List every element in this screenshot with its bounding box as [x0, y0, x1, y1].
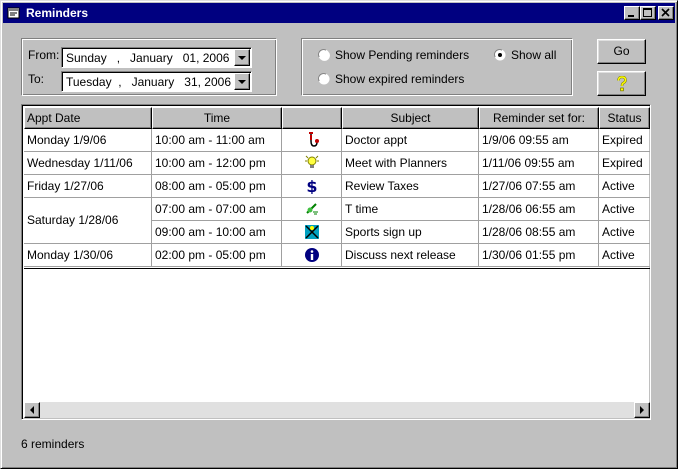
doctor-icon	[308, 132, 319, 147]
to-label: To:	[28, 72, 45, 86]
column-header-appt-date[interactable]: Appt Date	[24, 107, 152, 129]
cell-icon	[282, 129, 342, 152]
question-mark-icon	[616, 75, 627, 92]
app-icon	[7, 7, 20, 19]
cell-appt-date: Monday 1/30/06	[24, 244, 152, 267]
expired-radio[interactable]: Show expired reminders	[318, 72, 468, 88]
scroll-left-button[interactable]	[24, 402, 40, 418]
table-bottom-divider	[24, 268, 650, 269]
to-date-value: Tuesday , January 31, 2006	[66, 75, 231, 89]
reminders-window: Reminders From: To: Sunday , January 01,…	[0, 0, 678, 469]
cell-time: 09:00 am - 10:00 am	[152, 221, 282, 244]
cell-status: Expired	[599, 152, 650, 175]
cell-subject: T time	[342, 198, 479, 221]
cell-subject: Discuss next release	[342, 244, 479, 267]
from-date-dropdown-button[interactable]	[234, 49, 250, 66]
column-header-subject[interactable]: Subject	[342, 107, 479, 129]
cell-icon	[282, 198, 342, 221]
radio-unchecked-icon	[318, 73, 330, 85]
radio-checked-icon	[494, 49, 506, 61]
window-title: Reminders	[26, 6, 89, 20]
cell-subject: Meet with Planners	[342, 152, 479, 175]
column-header-reminder[interactable]: Reminder set for:	[479, 107, 599, 129]
arrow-right-icon	[640, 406, 644, 414]
maximize-button[interactable]	[640, 6, 656, 20]
cell-reminder: 1/11/06 09:55 am	[479, 152, 599, 175]
cell-icon	[282, 244, 342, 267]
cell-subject: Sports sign up	[342, 221, 479, 244]
close-icon	[661, 8, 670, 17]
cell-reminder: 1/9/06 09:55 am	[479, 129, 599, 152]
cell-reminder: 1/30/06 01:55 pm	[479, 244, 599, 267]
info-icon	[304, 248, 319, 262]
horizontal-scrollbar[interactable]	[24, 402, 650, 418]
column-header-icon[interactable]	[282, 107, 342, 129]
column-header-status[interactable]: Status	[599, 107, 650, 129]
cell-status: Active	[599, 221, 650, 244]
minimize-icon	[628, 15, 634, 17]
cell-time: 10:00 am - 11:00 am	[152, 129, 282, 152]
chevron-down-icon	[238, 80, 246, 84]
cell-time: 10:00 am - 12:00 pm	[152, 152, 282, 175]
help-button[interactable]	[597, 71, 646, 96]
cell-appt-date: Friday 1/27/06	[24, 175, 152, 198]
reminders-list[interactable]: Appt Date Time Subject Reminder set for:…	[21, 104, 651, 420]
from-date-picker[interactable]: Sunday , January 01, 2006	[61, 47, 252, 68]
cell-icon	[282, 221, 342, 244]
column-header-time[interactable]: Time	[152, 107, 282, 129]
cell-subject: Review Taxes	[342, 175, 479, 198]
reminder-count: 6 reminders	[21, 437, 85, 451]
cell-time: 02:00 pm - 05:00 pm	[152, 244, 282, 267]
cell-reminder: 1/28/06 08:55 am	[479, 221, 599, 244]
expired-radio-label: Show expired reminders	[335, 72, 465, 86]
cell-time: 08:00 am - 05:00 pm	[152, 175, 282, 198]
from-label: From:	[28, 48, 60, 62]
go-button[interactable]: Go	[597, 39, 646, 64]
cell-reminder: 1/27/06 07:55 am	[479, 175, 599, 198]
from-date-value: Sunday , January 01, 2006	[66, 51, 230, 65]
cell-status: Expired	[599, 129, 650, 152]
cell-status: Active	[599, 175, 650, 198]
cell-status: Active	[599, 198, 650, 221]
tee-icon	[305, 203, 318, 215]
show-all-radio[interactable]: Show all	[494, 48, 564, 64]
title-bar[interactable]: Reminders	[3, 3, 675, 23]
minimize-button[interactable]	[624, 6, 640, 20]
to-date-picker[interactable]: Tuesday , January 31, 2006	[61, 71, 252, 92]
cell-subject: Doctor appt	[342, 129, 479, 152]
cell-time: 07:00 am - 07:00 am	[152, 198, 282, 221]
arrow-left-icon	[30, 406, 34, 414]
cell-icon: $	[282, 175, 342, 198]
cell-appt-date: Saturday 1/28/06	[24, 198, 152, 244]
chevron-down-icon	[238, 56, 246, 60]
close-button[interactable]	[658, 6, 674, 20]
radio-unchecked-icon	[318, 49, 330, 61]
lightbulb-icon	[304, 155, 319, 168]
cell-status: Active	[599, 244, 650, 267]
pending-radio-label: Show Pending reminders	[335, 48, 470, 62]
cell-appt-date: Wednesday 1/11/06	[24, 152, 152, 175]
show-all-radio-label: Show all	[511, 48, 557, 62]
to-date-dropdown-button[interactable]	[234, 73, 250, 90]
maximize-icon	[643, 8, 652, 17]
cell-reminder: 1/28/06 06:55 am	[479, 198, 599, 221]
pending-radio[interactable]: Show Pending reminders	[318, 48, 470, 64]
scroll-right-button[interactable]	[634, 402, 650, 418]
sports-icon	[304, 225, 319, 239]
dollar-icon: $	[306, 177, 317, 196]
svg-text:$: $	[306, 178, 317, 194]
cell-icon	[282, 152, 342, 175]
cell-appt-date: Monday 1/9/06	[24, 129, 152, 152]
